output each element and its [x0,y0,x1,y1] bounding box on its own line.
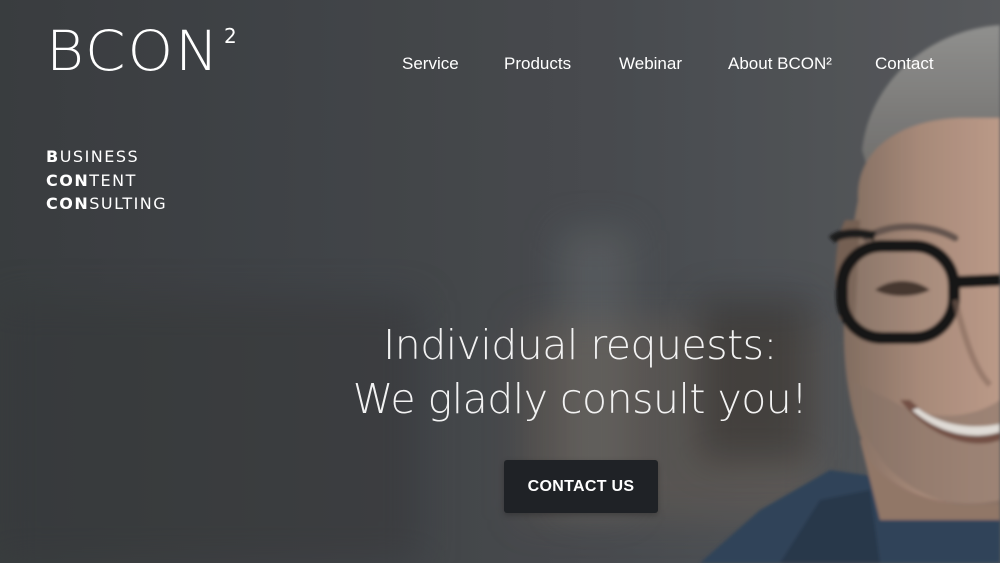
tagline-bold: CON [46,170,90,190]
headline-line-1: Individual requests: [383,321,777,369]
tagline-rest: SULTING [89,194,168,213]
headline-line-2: We gladly consult you! [352,375,808,423]
nav-item-service[interactable]: Service [402,54,459,74]
hero-headline: Individual requests: We gladly consult y… [280,318,880,426]
logo-superscript: 2 [224,24,237,48]
nav-item-about[interactable]: About BCON² [728,54,832,74]
tagline-rest: USINESS [59,147,140,166]
tagline-bold: B [46,147,60,166]
hero-section: BCON 2 BUSINESS CONTENT CONSULTING Servi… [0,0,1000,563]
contact-us-button[interactable]: CONTACT US [504,460,658,513]
tagline-bold: CON [46,194,90,213]
tagline-rest: TENT [89,170,137,190]
tagline-line-business: BUSINESS [46,145,167,169]
nav-item-products[interactable]: Products [504,54,571,74]
nav-item-webinar[interactable]: Webinar [619,54,682,74]
brand-tagline: BUSINESS CONTENT CONSULTING [46,145,167,216]
nav-item-contact[interactable]: Contact [875,54,934,74]
tagline-line-consulting: CONSULTING [46,192,167,216]
main-nav: Service Products Webinar About BCON² Con… [0,54,1000,76]
hero-overlay [0,0,1000,563]
tagline-line-content: CONTENT [46,169,167,193]
